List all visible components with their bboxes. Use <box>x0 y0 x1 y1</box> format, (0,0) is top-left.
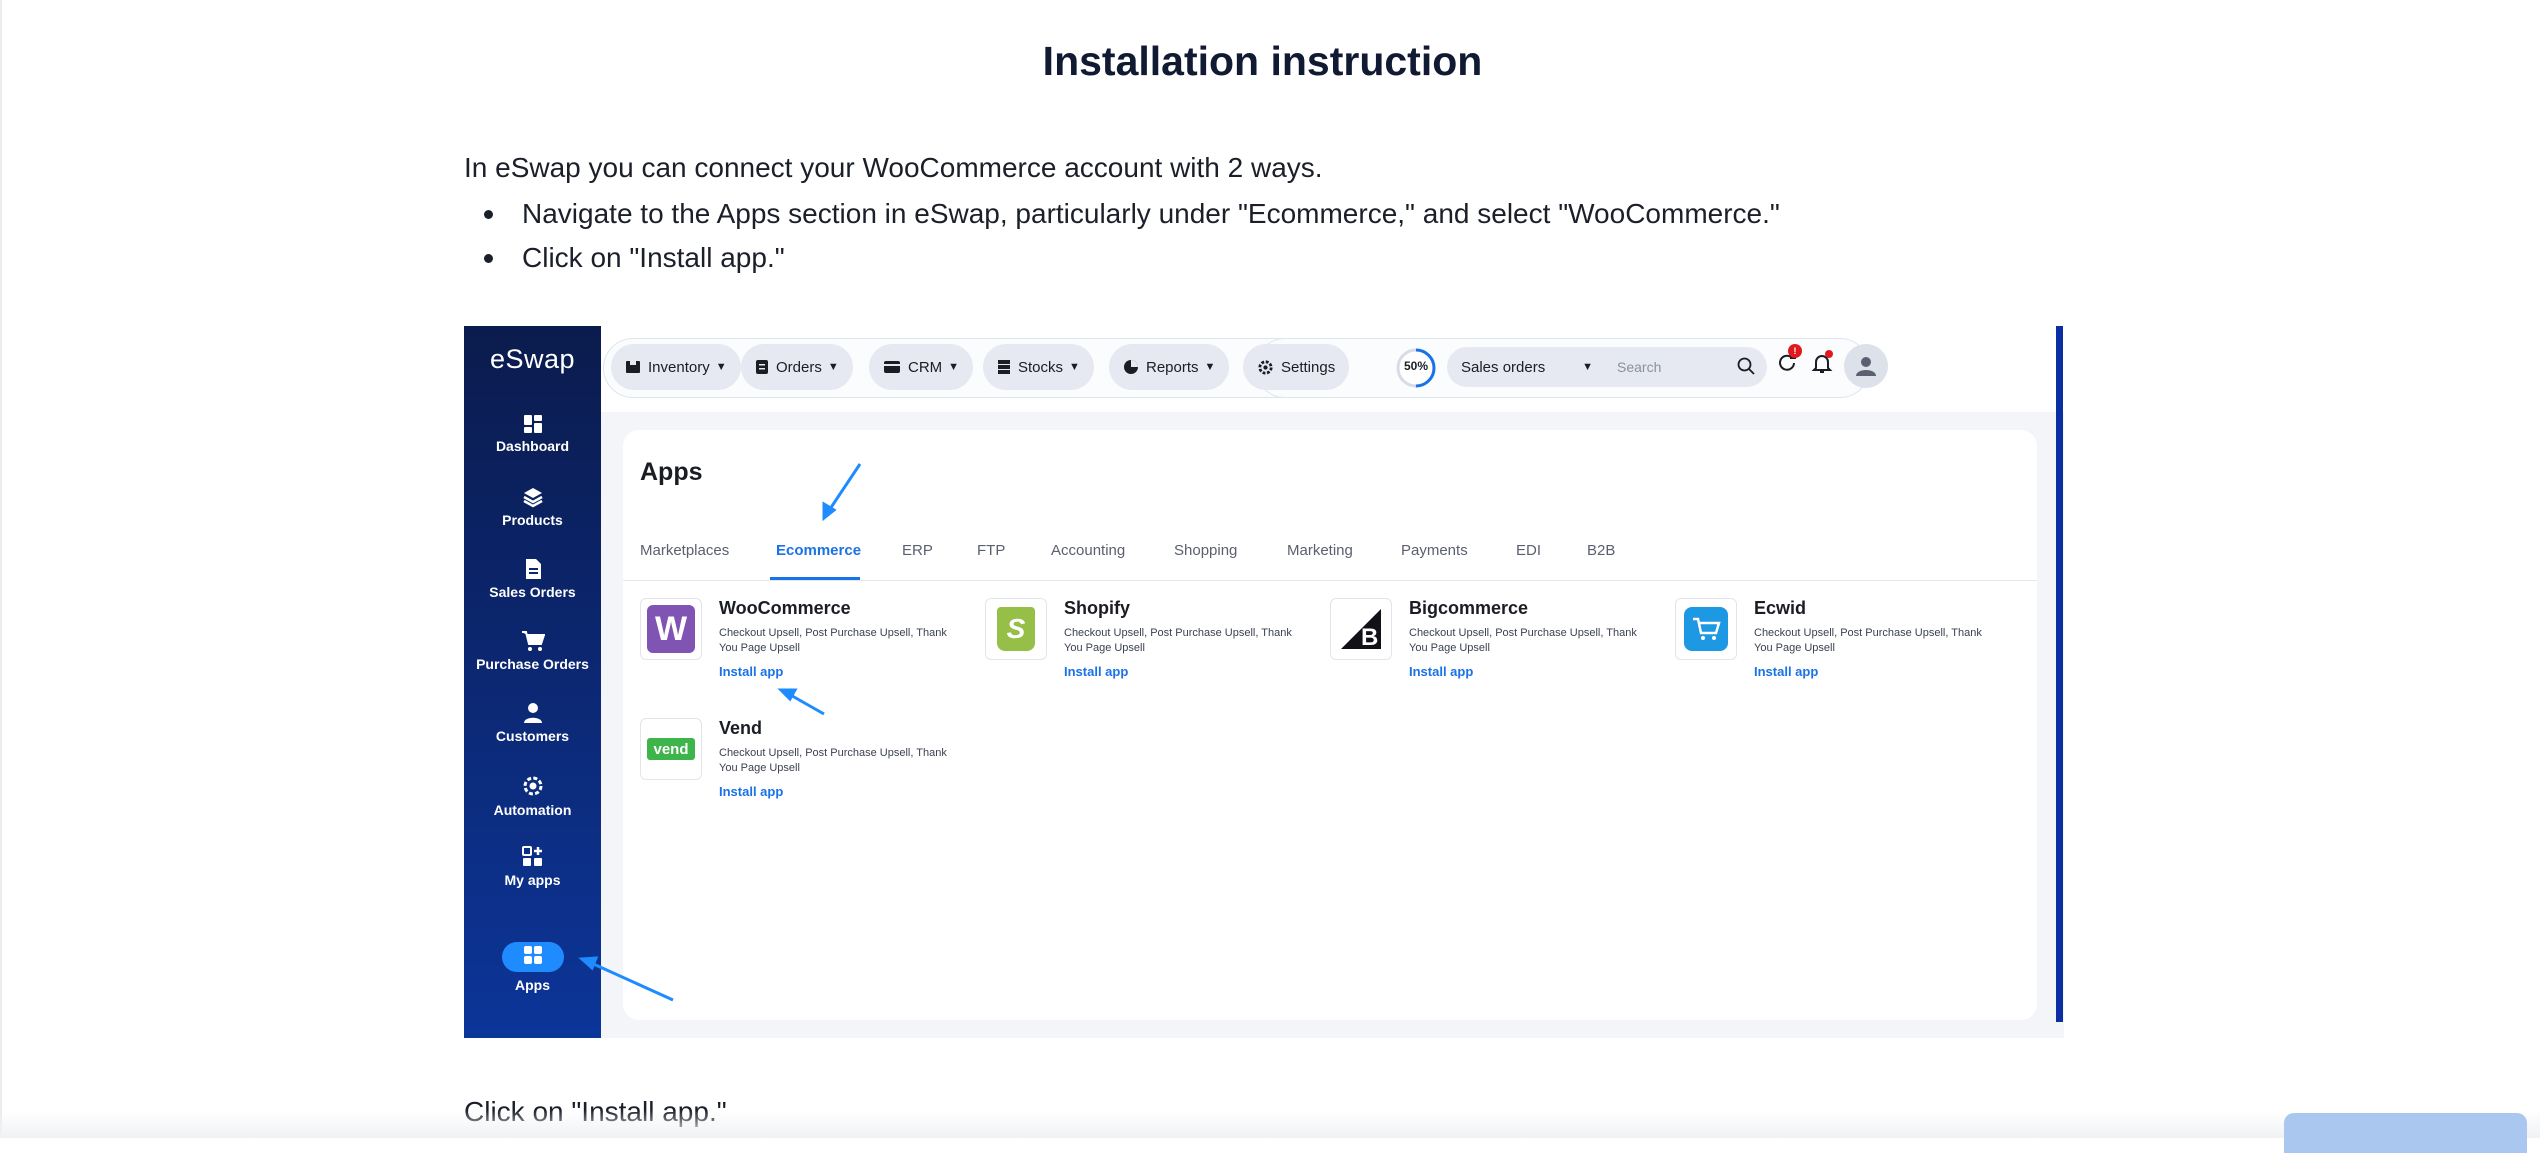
arrow-to-apps-nav <box>588 960 674 1002</box>
screenshot-edge <box>2056 326 2063 1022</box>
intro-text: In eSwap you can connect your WooCommerc… <box>464 152 1323 183</box>
bottom-shadow <box>0 1110 2540 1138</box>
eswap-screenshot: eSwap Dashboard Products Sales Orders Pu… <box>464 326 2064 1038</box>
list-item: Click on "Install app." <box>464 236 1780 280</box>
page-left-border <box>0 0 2 1138</box>
page-title: Installation instruction <box>1042 38 1483 84</box>
annotation-arrows <box>578 463 862 1002</box>
chat-widget-button[interactable] <box>2284 1113 2527 1153</box>
arrow-to-ecommerce-tab <box>826 463 862 513</box>
list-item: Navigate to the Apps section in eSwap, p… <box>464 192 1780 236</box>
instruction-list: Navigate to the Apps section in eSwap, p… <box>464 192 1780 280</box>
arrowhead <box>578 956 599 971</box>
